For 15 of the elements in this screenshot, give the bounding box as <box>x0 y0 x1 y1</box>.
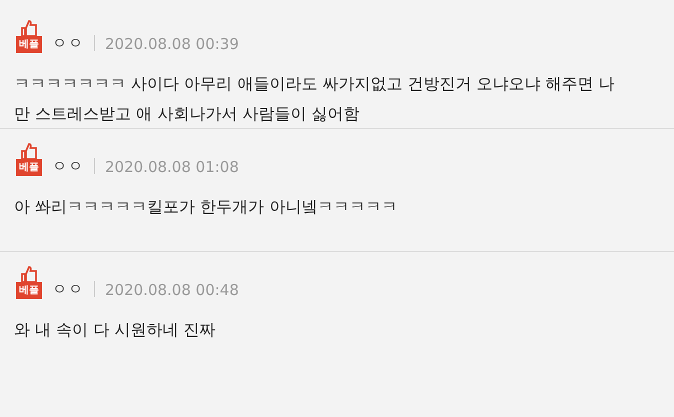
best-badge: 베플 <box>16 282 42 299</box>
best-badge: 베플 <box>16 159 42 176</box>
comment-author: ㅇㅇ <box>52 34 84 53</box>
comment-date: 2020.08.08 00:39 <box>105 35 239 53</box>
thumbs-up-icon <box>20 20 38 36</box>
thumbs-up-icon <box>20 143 38 159</box>
comment-text: 와 내 속이 다 시원하네 진짜 <box>14 319 216 341</box>
comment-text: 아 쏴리ㅋㅋㅋㅋㅋ킬포가 한두개가 아니넼ㅋㅋㅋㅋㅋ <box>14 196 398 218</box>
comment-author: ㅇㅇ <box>52 157 84 176</box>
comment-date: 2020.08.08 00:48 <box>105 281 239 299</box>
comment-date: 2020.08.08 01:08 <box>105 158 239 176</box>
comment-author: ㅇㅇ <box>52 280 84 299</box>
best-badge: 베플 <box>16 36 42 53</box>
thumbs-up-icon <box>20 266 38 282</box>
comment-text: ㅋㅋㅋㅋㅋㅋㅋ 사이다 아무리 애들이라도 싸가지없고 건방진거 오냐오냐 해주면 나만 스트레스받고 애 사회나가서 사람들이 싫어함 <box>14 73 616 125</box>
